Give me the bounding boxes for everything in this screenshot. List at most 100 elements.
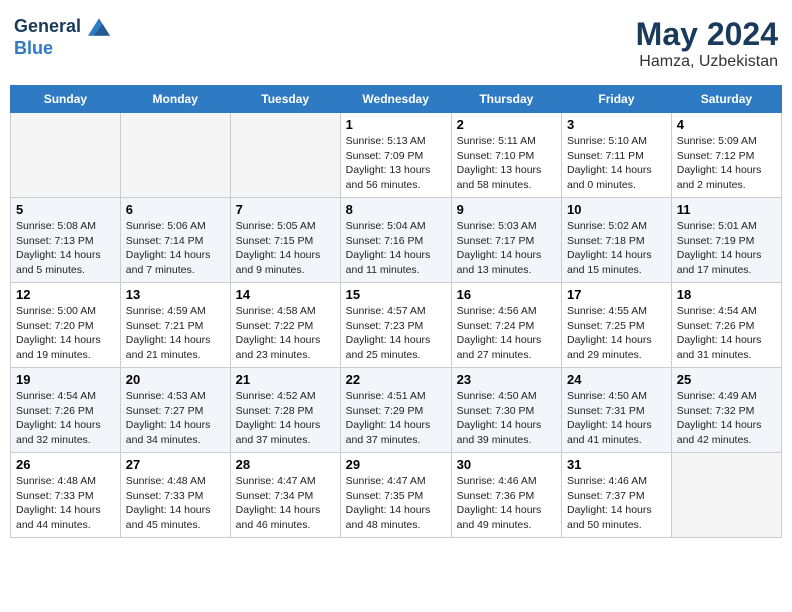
day-number: 20: [126, 372, 225, 387]
day-info: Sunrise: 4:57 AM Sunset: 7:23 PM Dayligh…: [346, 304, 446, 363]
calendar-cell: [11, 113, 121, 198]
day-number: 15: [346, 287, 446, 302]
day-number: 27: [126, 457, 225, 472]
day-number: 6: [126, 202, 225, 217]
calendar-cell: 16 Sunrise: 4:56 AM Sunset: 7:24 PM Dayli…: [451, 283, 561, 368]
day-info: Sunrise: 4:46 AM Sunset: 7:37 PM Dayligh…: [567, 474, 666, 533]
calendar-cell: 10 Sunrise: 5:02 AM Sunset: 7:18 PM Dayli…: [562, 198, 672, 283]
day-number: 10: [567, 202, 666, 217]
day-number: 3: [567, 117, 666, 132]
day-number: 9: [457, 202, 556, 217]
day-info: Sunrise: 4:51 AM Sunset: 7:29 PM Dayligh…: [346, 389, 446, 448]
day-number: 13: [126, 287, 225, 302]
day-info: Sunrise: 4:56 AM Sunset: 7:24 PM Dayligh…: [457, 304, 556, 363]
day-info: Sunrise: 4:50 AM Sunset: 7:31 PM Dayligh…: [567, 389, 666, 448]
day-info: Sunrise: 5:04 AM Sunset: 7:16 PM Dayligh…: [346, 219, 446, 278]
calendar-cell: [120, 113, 230, 198]
day-info: Sunrise: 4:59 AM Sunset: 7:21 PM Dayligh…: [126, 304, 225, 363]
logo: General Blue: [14, 16, 110, 59]
calendar-cell: 6 Sunrise: 5:06 AM Sunset: 7:14 PM Daylig…: [120, 198, 230, 283]
day-info: Sunrise: 5:11 AM Sunset: 7:10 PM Dayligh…: [457, 134, 556, 193]
day-number: 14: [236, 287, 335, 302]
calendar-cell: [230, 113, 340, 198]
col-header-thursday: Thursday: [451, 86, 561, 113]
week-row-3: 12Sunrise: 5:00 AM Sunset: 7:20 PM Dayli…: [11, 283, 782, 368]
calendar-cell: 3 Sunrise: 5:10 AM Sunset: 7:11 PM Daylig…: [562, 113, 672, 198]
day-info: Sunrise: 5:05 AM Sunset: 7:15 PM Dayligh…: [236, 219, 335, 278]
logo-text: General: [14, 16, 110, 38]
day-number: 26: [16, 457, 115, 472]
day-info: Sunrise: 5:10 AM Sunset: 7:11 PM Dayligh…: [567, 134, 666, 193]
calendar-cell: 5 Sunrise: 5:08 AM Sunset: 7:13 PM Daylig…: [11, 198, 121, 283]
day-number: 11: [677, 202, 776, 217]
day-number: 21: [236, 372, 335, 387]
col-header-tuesday: Tuesday: [230, 86, 340, 113]
calendar-cell: 26 Sunrise: 4:48 AM Sunset: 7:33 PM Dayli…: [11, 453, 121, 538]
col-header-sunday: Sunday: [11, 86, 121, 113]
day-info: Sunrise: 4:50 AM Sunset: 7:30 PM Dayligh…: [457, 389, 556, 448]
day-info: Sunrise: 5:09 AM Sunset: 7:12 PM Dayligh…: [677, 134, 776, 193]
day-number: 4: [677, 117, 776, 132]
month-year: May 2024: [636, 16, 778, 53]
calendar-cell: 30 Sunrise: 4:46 AM Sunset: 7:36 PM Dayli…: [451, 453, 561, 538]
day-number: 2: [457, 117, 556, 132]
day-number: 5: [16, 202, 115, 217]
page-header: General Blue May 2024 Hamza, Uzbekistan: [10, 10, 782, 77]
day-number: 29: [346, 457, 446, 472]
day-number: 31: [567, 457, 666, 472]
day-number: 25: [677, 372, 776, 387]
calendar-cell: 8 Sunrise: 5:04 AM Sunset: 7:16 PM Daylig…: [340, 198, 451, 283]
day-number: 23: [457, 372, 556, 387]
week-row-2: 5 Sunrise: 5:08 AM Sunset: 7:13 PM Daylig…: [11, 198, 782, 283]
day-info: Sunrise: 4:47 AM Sunset: 7:34 PM Dayligh…: [236, 474, 335, 533]
col-header-wednesday: Wednesday: [340, 86, 451, 113]
day-number: 8: [346, 202, 446, 217]
calendar-cell: 12Sunrise: 5:00 AM Sunset: 7:20 PM Dayli…: [11, 283, 121, 368]
calendar-cell: 14 Sunrise: 4:58 AM Sunset: 7:22 PM Dayli…: [230, 283, 340, 368]
calendar-cell: 21 Sunrise: 4:52 AM Sunset: 7:28 PM Dayli…: [230, 368, 340, 453]
logo-blue: Blue: [14, 38, 110, 60]
day-number: 19: [16, 372, 115, 387]
header-row: SundayMondayTuesdayWednesdayThursdayFrid…: [11, 86, 782, 113]
calendar-cell: 1Sunrise: 5:13 AM Sunset: 7:09 PM Daylig…: [340, 113, 451, 198]
calendar-cell: 2 Sunrise: 5:11 AM Sunset: 7:10 PM Daylig…: [451, 113, 561, 198]
calendar-cell: [671, 453, 781, 538]
day-number: 22: [346, 372, 446, 387]
day-number: 7: [236, 202, 335, 217]
calendar-cell: 13 Sunrise: 4:59 AM Sunset: 7:21 PM Dayli…: [120, 283, 230, 368]
week-row-5: 26 Sunrise: 4:48 AM Sunset: 7:33 PM Dayli…: [11, 453, 782, 538]
day-info: Sunrise: 4:48 AM Sunset: 7:33 PM Dayligh…: [16, 474, 115, 533]
day-number: 30: [457, 457, 556, 472]
calendar-cell: 19 Sunrise: 4:54 AM Sunset: 7:26 PM Dayli…: [11, 368, 121, 453]
calendar-cell: 23 Sunrise: 4:50 AM Sunset: 7:30 PM Dayli…: [451, 368, 561, 453]
week-row-4: 19 Sunrise: 4:54 AM Sunset: 7:26 PM Dayli…: [11, 368, 782, 453]
calendar-cell: 17Sunrise: 4:55 AM Sunset: 7:25 PM Dayli…: [562, 283, 672, 368]
col-header-friday: Friday: [562, 86, 672, 113]
col-header-saturday: Saturday: [671, 86, 781, 113]
location: Hamza, Uzbekistan: [636, 53, 778, 71]
day-info: Sunrise: 4:54 AM Sunset: 7:26 PM Dayligh…: [677, 304, 776, 363]
day-number: 1: [346, 117, 446, 132]
calendar-cell: 22 Sunrise: 4:51 AM Sunset: 7:29 PM Dayli…: [340, 368, 451, 453]
day-info: Sunrise: 5:01 AM Sunset: 7:19 PM Dayligh…: [677, 219, 776, 278]
day-info: Sunrise: 4:53 AM Sunset: 7:27 PM Dayligh…: [126, 389, 225, 448]
day-info: Sunrise: 5:06 AM Sunset: 7:14 PM Dayligh…: [126, 219, 225, 278]
day-info: Sunrise: 5:02 AM Sunset: 7:18 PM Dayligh…: [567, 219, 666, 278]
calendar-cell: 15 Sunrise: 4:57 AM Sunset: 7:23 PM Dayli…: [340, 283, 451, 368]
day-info: Sunrise: 4:58 AM Sunset: 7:22 PM Dayligh…: [236, 304, 335, 363]
day-info: Sunrise: 4:54 AM Sunset: 7:26 PM Dayligh…: [16, 389, 115, 448]
day-number: 24: [567, 372, 666, 387]
day-info: Sunrise: 4:48 AM Sunset: 7:33 PM Dayligh…: [126, 474, 225, 533]
day-info: Sunrise: 4:49 AM Sunset: 7:32 PM Dayligh…: [677, 389, 776, 448]
day-info: Sunrise: 4:52 AM Sunset: 7:28 PM Dayligh…: [236, 389, 335, 448]
day-info: Sunrise: 4:46 AM Sunset: 7:36 PM Dayligh…: [457, 474, 556, 533]
calendar-cell: 18Sunrise: 4:54 AM Sunset: 7:26 PM Dayli…: [671, 283, 781, 368]
day-info: Sunrise: 4:47 AM Sunset: 7:35 PM Dayligh…: [346, 474, 446, 533]
day-number: 16: [457, 287, 556, 302]
calendar-cell: 25 Sunrise: 4:49 AM Sunset: 7:32 PM Dayli…: [671, 368, 781, 453]
day-number: 12: [16, 287, 115, 302]
day-info: Sunrise: 5:08 AM Sunset: 7:13 PM Dayligh…: [16, 219, 115, 278]
day-info: Sunrise: 4:55 AM Sunset: 7:25 PM Dayligh…: [567, 304, 666, 363]
calendar-cell: 4 Sunrise: 5:09 AM Sunset: 7:12 PM Daylig…: [671, 113, 781, 198]
calendar-cell: 11 Sunrise: 5:01 AM Sunset: 7:19 PM Dayli…: [671, 198, 781, 283]
